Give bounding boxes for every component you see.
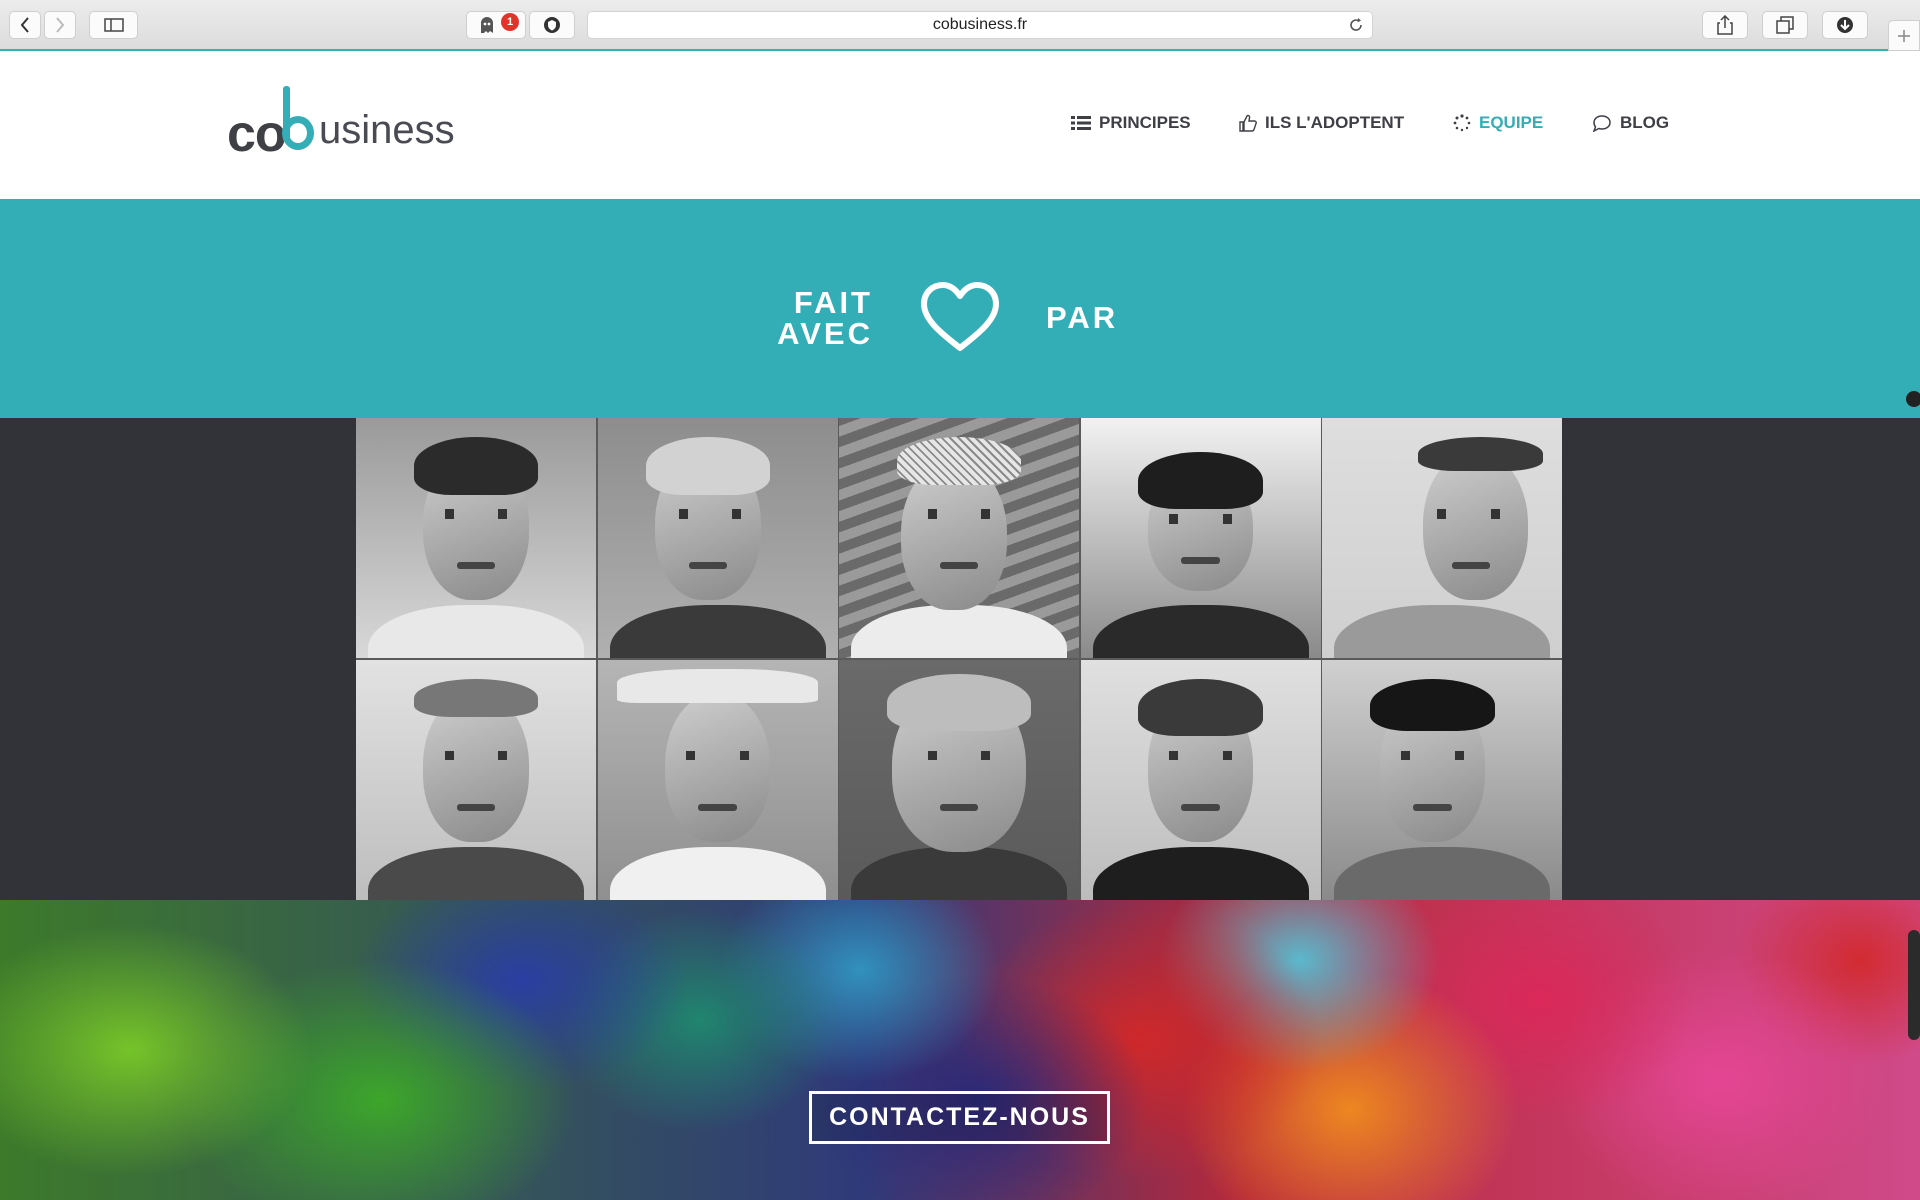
nav-principes[interactable]: PRINCIPES bbox=[1071, 113, 1191, 133]
address-bar[interactable]: cobusiness.fr bbox=[587, 11, 1373, 39]
chat-bubble-icon bbox=[1592, 115, 1611, 132]
site-header: co usiness PRINCIPES ILS L'ADOPTENT EQUI… bbox=[0, 51, 1920, 199]
new-tab-icon bbox=[1898, 29, 1910, 42]
nav-blog[interactable]: BLOG bbox=[1592, 113, 1669, 133]
team-photo bbox=[839, 418, 1079, 658]
team-photo bbox=[1322, 418, 1562, 658]
extension-badge: 1 bbox=[501, 13, 519, 31]
share-icon bbox=[1717, 15, 1733, 35]
heart-icon bbox=[921, 282, 999, 351]
forward-button[interactable] bbox=[44, 11, 76, 39]
nav-equipe[interactable]: EQUIPE bbox=[1453, 113, 1543, 133]
team-photo bbox=[1080, 418, 1321, 658]
url-text: cobusiness.fr bbox=[932, 16, 1028, 33]
hero-par: PAR bbox=[1046, 300, 1119, 335]
nav-blog-label: BLOG bbox=[1620, 113, 1670, 132]
nav-principes-label: PRINCIPES bbox=[1099, 113, 1191, 132]
cobusiness-logo[interactable]: co usiness bbox=[224, 86, 455, 160]
logo-co: co bbox=[227, 105, 287, 163]
browser-toolbar: 1 cobusiness.fr bbox=[0, 0, 1920, 51]
forward-icon bbox=[56, 17, 65, 33]
sidebar-button[interactable] bbox=[89, 11, 138, 39]
download-icon bbox=[1837, 17, 1853, 33]
downloads-button[interactable] bbox=[1822, 11, 1868, 39]
team-photo bbox=[839, 659, 1079, 900]
shield-icon bbox=[544, 17, 560, 33]
page-scrollbar[interactable] bbox=[1908, 930, 1920, 1040]
hero-fait-avec: FAIT AVEC bbox=[777, 287, 873, 349]
nav-ils-ladoptent[interactable]: ILS L'ADOPTENT bbox=[1239, 113, 1404, 133]
spinner-icon bbox=[1453, 114, 1471, 132]
team-photo bbox=[1080, 659, 1321, 900]
reload-icon[interactable] bbox=[1348, 17, 1364, 33]
privacy-extension-button[interactable] bbox=[529, 11, 575, 39]
sidebar-icon bbox=[103, 18, 124, 32]
nav-ils-ladoptent-label: ILS L'ADOPTENT bbox=[1265, 113, 1405, 132]
hero-line-fait: FAIT bbox=[793, 285, 873, 320]
logo-b-bowl bbox=[282, 116, 314, 150]
share-button[interactable] bbox=[1702, 11, 1748, 39]
team-photo bbox=[356, 659, 596, 900]
team-photo bbox=[1322, 659, 1562, 900]
team-photo bbox=[356, 418, 596, 658]
color-powder-background bbox=[0, 900, 1920, 1200]
contact-button[interactable]: CONTACTEZ-NOUS bbox=[809, 1091, 1110, 1144]
thumbs-up-icon bbox=[1239, 114, 1257, 132]
tabs-button[interactable] bbox=[1762, 11, 1808, 39]
back-button[interactable] bbox=[9, 11, 41, 39]
team-photo bbox=[597, 659, 838, 900]
hero-line-avec: AVEC bbox=[777, 316, 873, 351]
tabs-icon bbox=[1776, 16, 1794, 34]
logo-rest: usiness bbox=[319, 108, 455, 152]
team-photo-grid bbox=[356, 418, 1562, 900]
new-tab-button[interactable] bbox=[1888, 20, 1920, 51]
scroll-indicator bbox=[1906, 391, 1920, 407]
list-icon bbox=[1071, 116, 1091, 130]
back-icon bbox=[20, 17, 29, 33]
team-photo bbox=[597, 418, 838, 658]
nav-equipe-label: EQUIPE bbox=[1479, 113, 1544, 132]
ghost-icon bbox=[481, 17, 493, 33]
